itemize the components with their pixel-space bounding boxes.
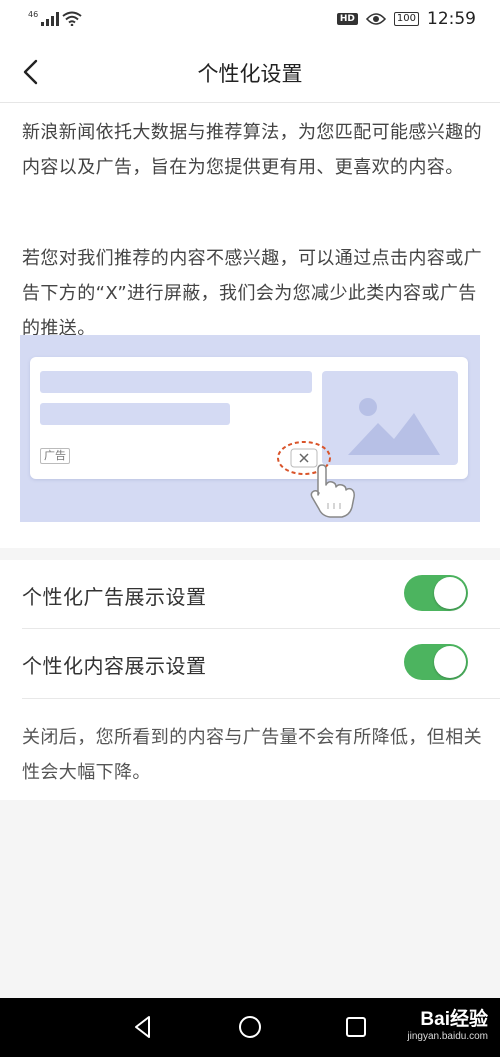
status-right: HD 100 12:59 — [336, 9, 476, 29]
signal-icon — [41, 12, 60, 26]
sample-ad-card: 广告 — [30, 357, 468, 479]
baidu-jingyan-watermark: Bai经验 jingyan.baidu.com — [407, 1004, 488, 1042]
setting-label-ad: 个性化广告展示设置 — [22, 585, 207, 609]
placeholder-title-bar — [40, 371, 312, 393]
nav-recent-square-icon — [346, 1017, 366, 1037]
page-title: 个性化设置 — [197, 62, 303, 86]
status-bar: 46 HD 100 12:59 — [0, 0, 500, 42]
hd-badge: HD — [336, 13, 358, 25]
image-placeholder-icon — [322, 371, 458, 465]
nav-recent-button[interactable] — [343, 1014, 369, 1040]
nav-home-button[interactable] — [237, 1014, 263, 1040]
intro-paragraph-1: 新浪新闻依托大数据与推荐算法，为您匹配可能感兴趣的内容以及广告，旨在为您提供更有… — [22, 122, 482, 178]
content-personalization-toggle[interactable] — [404, 644, 468, 680]
intro-paragraph-2: 若您对我们推荐的内容不感兴趣，可以通过点击内容或广告下方的“X”进行屏蔽，我们会… — [22, 248, 482, 339]
nav-home-circle-icon — [239, 1016, 261, 1038]
status-time: 12:59 — [427, 9, 476, 29]
row-divider — [22, 698, 500, 699]
block-content-illustration: 广告 — [20, 335, 480, 522]
battery-icon: 100 — [393, 12, 419, 26]
watermark-url: jingyan.baidu.com — [407, 1031, 488, 1042]
network-type-label: 46 — [28, 10, 39, 19]
nav-back-button[interactable] — [130, 1014, 156, 1040]
nav-back-triangle-icon — [135, 1016, 150, 1038]
system-nav-bar: Bai经验 jingyan.baidu.com — [0, 998, 500, 1057]
title-bar: 个性化设置 — [0, 42, 500, 103]
pointing-hand-icon — [310, 464, 355, 518]
eye-comfort-icon — [365, 13, 386, 25]
setting-row-content-personalization[interactable]: 个性化内容展示设置 — [0, 629, 500, 697]
placeholder-subtitle-bar — [40, 403, 230, 425]
ad-personalization-toggle[interactable] — [404, 575, 468, 611]
setting-row-ad-personalization[interactable]: 个性化广告展示设置 — [0, 560, 500, 628]
toggle-knob — [434, 577, 466, 609]
watermark-logo: Bai经验 — [420, 1009, 488, 1030]
settings-list: 个性化广告展示设置 个性化内容展示设置 关闭后，您所看到的内容与广告量不会有所降… — [0, 560, 500, 800]
wifi-icon — [62, 11, 82, 26]
status-left: 46 — [28, 11, 82, 26]
setting-label-content: 个性化内容展示设置 — [22, 654, 207, 678]
ad-tag-label: 广告 — [40, 448, 70, 464]
toggle-knob — [434, 646, 466, 678]
settings-note: 关闭后，您所看到的内容与广告量不会有所降低，但相关性会大幅下降。 — [22, 727, 482, 783]
